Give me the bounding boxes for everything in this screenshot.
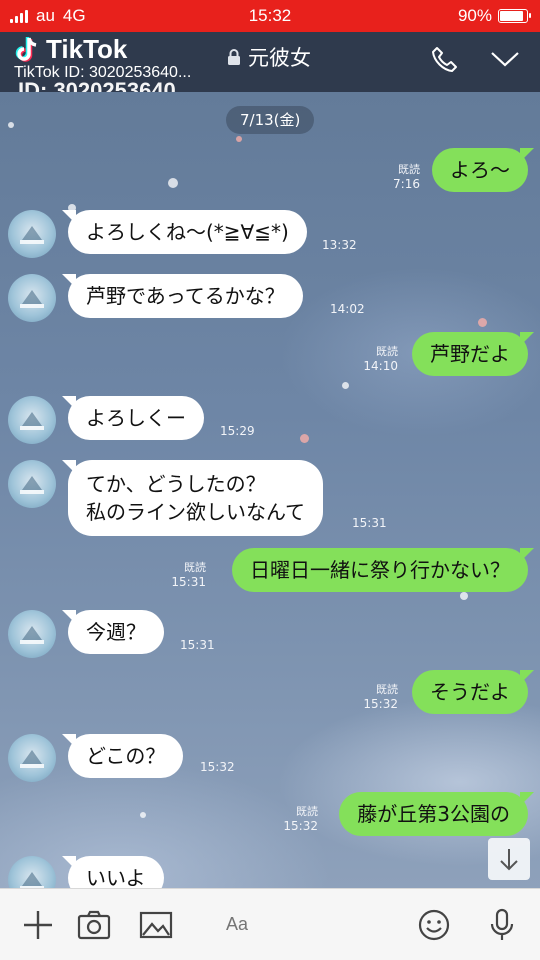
message-bubble-incoming[interactable]: よろしくね〜(*≧∀≦*) (62, 210, 307, 254)
contact-avatar[interactable] (8, 460, 56, 508)
message-bubble-outgoing[interactable]: 芦野だよ (412, 332, 534, 376)
avatar-image-icon (20, 750, 44, 768)
camera-icon (77, 910, 111, 940)
message-time: 15:29 (220, 424, 255, 438)
message-meta: 既読 14:10 (363, 345, 398, 373)
message-bubble-incoming[interactable]: どこの？ (61, 734, 184, 778)
battery-percent: 90% (457, 6, 492, 25)
camera-button[interactable] (76, 907, 112, 943)
message-meta: 既読 15:32 (283, 805, 318, 833)
message-meta: 既読 15:32 (363, 683, 398, 711)
contact-name-text: 元彼女 (248, 46, 311, 70)
message-time: 15:31 (180, 638, 215, 652)
arrow-down-icon (500, 849, 518, 871)
add-button[interactable] (20, 907, 56, 943)
avatar-image-icon (20, 226, 44, 244)
message-bubble-outgoing[interactable]: そうだよ (412, 670, 534, 714)
microphone-icon (490, 908, 514, 940)
message-time: 14:02 (330, 302, 365, 316)
tiktok-brand-text: TikTok (46, 34, 128, 64)
lock-icon (228, 49, 240, 65)
message-bubble-incoming[interactable]: いいよ (62, 856, 164, 888)
emoji-icon (418, 909, 450, 941)
contact-avatar[interactable] (8, 610, 56, 658)
battery-icon (498, 9, 531, 23)
message-bubble-incoming[interactable]: 芦野であってるかな？ (62, 274, 303, 318)
message-meta: 既読 15:31 (171, 561, 206, 589)
menu-toggle-button[interactable] (488, 44, 522, 74)
contact-avatar[interactable] (8, 396, 56, 444)
message-time: 13:32 (322, 238, 357, 252)
image-icon (139, 911, 173, 939)
chevron-down-icon (491, 52, 519, 67)
avatar-image-icon (20, 290, 44, 308)
message-time: 15:32 (200, 760, 235, 774)
message-bubble-incoming[interactable]: 今週？ (62, 610, 164, 654)
message-bubble-outgoing[interactable]: 藤が丘第3公園の (339, 792, 534, 836)
message-input-bar (0, 888, 540, 960)
avatar-image-icon (20, 476, 44, 494)
date-separator: 7/13(金) (226, 106, 315, 134)
tiktok-logo-icon (15, 36, 37, 62)
contact-avatar[interactable] (8, 210, 56, 258)
contact-avatar[interactable] (8, 856, 56, 888)
plus-icon (24, 911, 52, 939)
scroll-to-bottom-button[interactable] (488, 838, 530, 880)
message-bubble-outgoing[interactable]: 日曜日一緒に祭り行かない？ (232, 548, 534, 592)
chat-header: TikTok TikTok ID: 3020253640... ID: 3020… (0, 32, 540, 103)
contact-avatar[interactable] (8, 274, 56, 322)
avatar-image-icon (20, 412, 44, 430)
contact-name: 元彼女 (226, 42, 311, 72)
voice-button[interactable] (484, 907, 520, 943)
tiktok-watermark: TikTok (12, 34, 127, 65)
message-bubble-outgoing[interactable]: よろ〜 (432, 148, 534, 192)
avatar-image-icon (20, 872, 44, 888)
phone-icon (432, 47, 457, 72)
contact-avatar[interactable] (8, 734, 56, 782)
message-line: 私のライン欲しいなんて (86, 500, 305, 524)
avatar-image-icon (20, 626, 44, 644)
message-input[interactable] (206, 901, 412, 947)
message-bubble-incoming[interactable]: よろしくー (62, 396, 204, 440)
message-line: てか、どうしたの？ (86, 472, 266, 496)
message-meta: 既読 7:16 (393, 163, 420, 191)
message-bubble-incoming[interactable]: てか、どうしたの？ 私のライン欲しいなんて (62, 460, 323, 536)
gallery-button[interactable] (138, 907, 174, 943)
chat-area[interactable]: 7/13(金) 既読 7:16 よろ〜 よろしくね〜(*≧∀≦*) 13:32 芦… (0, 92, 540, 888)
status-bar: au 4G 15:32 90% (0, 0, 540, 32)
emoji-button[interactable] (416, 907, 452, 943)
message-time: 15:31 (352, 516, 387, 530)
call-button[interactable] (428, 44, 462, 74)
